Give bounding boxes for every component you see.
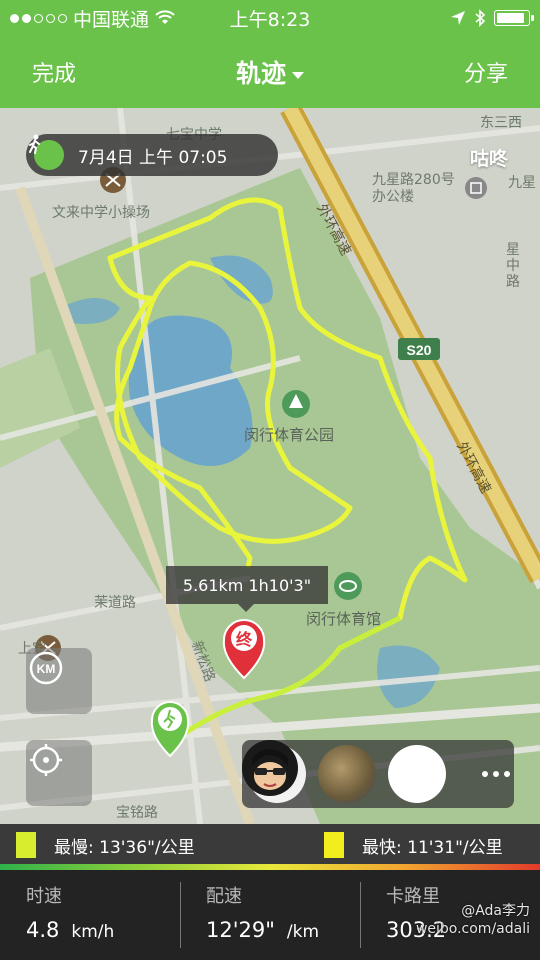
km-label: KM: [37, 662, 56, 676]
stat-pace: 配速 12'29" /km: [206, 870, 356, 960]
status-left: 中国联通: [10, 5, 175, 32]
signal-icon: [10, 13, 67, 23]
bluetooth-icon: [475, 9, 486, 27]
map-label-xingzhong: 星中路: [506, 242, 520, 290]
nav-bar: 完成 轨迹 分享: [0, 36, 540, 108]
map-label-office: 九星路280号办公楼: [372, 172, 455, 205]
avatar-friend-2[interactable]: [242, 740, 446, 803]
map-label-maolu: 茉道路: [94, 595, 136, 611]
stadium-pin-icon: [334, 572, 362, 600]
caret-down-icon: [292, 71, 304, 79]
stats-panel: 时速 4.8 km/h 配速 12'29"/km 卡路里 303.2 @Ada李力…: [0, 870, 540, 960]
avatar-friend-1[interactable]: [318, 745, 376, 803]
status-bar: 中国联通 上午8:23: [0, 0, 540, 36]
carrier-label: 中国联通: [73, 8, 150, 31]
office-pin-icon: [465, 177, 487, 199]
pace-slowest-label: 最慢: 13'36"/公里: [54, 837, 195, 858]
pace-label: 配速: [206, 886, 242, 907]
divider-1: [180, 882, 181, 948]
date-pill: 7月4日 上午 07:05: [26, 134, 278, 176]
brand-label: 咕咚: [469, 148, 508, 170]
map-label-east: 东三西: [480, 115, 522, 131]
battery-icon: [494, 10, 534, 26]
pace-value: 12'29" /km: [206, 918, 319, 942]
track-title-dropdown[interactable]: 轨迹: [0, 54, 540, 90]
stat-speed: 时速 4.8 km/h: [26, 870, 176, 960]
pace-slowest: 最慢: 13'36"/公里: [16, 832, 195, 858]
km-icon: KM: [29, 651, 63, 685]
slowest-swatch: [16, 832, 36, 858]
locate-icon: [30, 744, 62, 776]
map-label-baoyin: 宝铭路: [116, 805, 158, 821]
s20-sign: S20: [407, 342, 432, 358]
map-label-park: 闵行体育公园: [244, 426, 335, 444]
status-right: [450, 9, 534, 27]
map-label-jiuxing: 九星: [508, 175, 536, 191]
wifi-icon: [155, 10, 175, 24]
speed-number: 4.8: [26, 918, 60, 942]
share-button[interactable]: 分享: [464, 56, 508, 88]
end-marker-label: 终: [236, 630, 253, 649]
speed-unit: km/h: [71, 922, 115, 942]
pace-fastest: 最快: 11'31"/公里: [324, 832, 503, 858]
location-arrow-icon: [451, 11, 465, 25]
distance-tooltip: 5.61km 1h10'3": [166, 566, 328, 612]
map-label-school-field: 文来中学小操场: [52, 205, 150, 221]
pace-fastest-label: 最快: 11'31"/公里: [362, 837, 503, 858]
pace-legend: 最慢: 13'36"/公里 最快: 11'31"/公里: [0, 824, 540, 864]
map-label-stadium: 闵行体育馆: [306, 610, 382, 628]
pace-number: 12'29": [206, 918, 275, 942]
fastest-swatch: [324, 832, 344, 858]
divider-2: [360, 882, 361, 948]
pace-unit: /km: [286, 922, 320, 942]
more-friends-icon[interactable]: [482, 771, 510, 777]
nav-title: 轨迹: [235, 59, 286, 88]
watermark-handle: @Ada李力: [461, 903, 530, 919]
speed-value: 4.8 km/h: [26, 918, 114, 942]
map-view[interactable]: S20 终 七宝中学 文来中学小操场 九星路280号办公楼 九星 星中路 东三西…: [0, 108, 540, 824]
watermark-url: weibo.com/adali: [415, 921, 530, 937]
speed-label: 时速: [26, 886, 62, 907]
date-label: 7月4日 上午 07:05: [78, 147, 228, 168]
friends-bar: [242, 740, 514, 808]
walk-icon: [29, 134, 64, 170]
km-markers-button[interactable]: KM: [26, 648, 92, 714]
locate-button[interactable]: [26, 740, 92, 806]
watermark: @Ada李力 weibo.com/adali: [416, 902, 530, 938]
